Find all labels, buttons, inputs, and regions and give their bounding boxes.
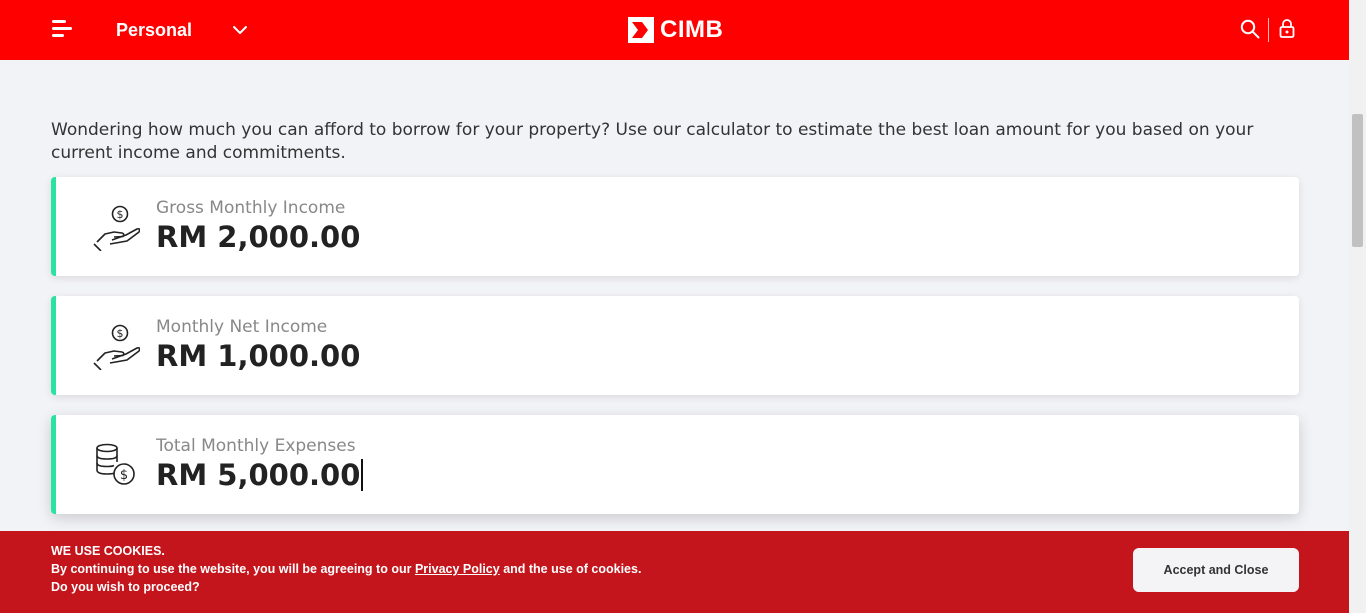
- calculator-intro-text: Wondering how much you can afford to bor…: [51, 120, 1254, 163]
- segment-dropdown-label[interactable]: Personal: [116, 19, 192, 41]
- cookie-title: WE USE COOKIES.: [51, 544, 165, 558]
- top-navigation-bar: Personal CIMB: [0, 0, 1349, 60]
- gross-monthly-income-input[interactable]: RM 2,000.00: [156, 220, 360, 254]
- cookie-message: By continuing to use the website, you wi…: [51, 562, 641, 576]
- field-label: Monthly Net Income: [156, 317, 328, 337]
- svg-text:$: $: [120, 468, 128, 483]
- gross-monthly-income-field[interactable]: $ Gross Monthly Income RM 2,000.00: [51, 177, 1299, 276]
- chevron-down-icon[interactable]: [232, 24, 248, 36]
- privacy-policy-link[interactable]: Privacy Policy: [415, 562, 500, 576]
- monthly-net-income-input[interactable]: RM 1,000.00: [156, 339, 360, 373]
- cookie-question: Do you wish to proceed?: [51, 580, 200, 594]
- total-monthly-expenses-input[interactable]: RM 5,000.00: [156, 458, 363, 492]
- scrollbar-thumb[interactable]: [1352, 114, 1363, 247]
- hand-coin-icon: $: [93, 324, 140, 370]
- total-monthly-expenses-field[interactable]: $ Total Monthly Expenses RM 5,000.00: [51, 415, 1299, 514]
- field-value-text: RM 5,000.00: [156, 458, 361, 492]
- field-label: Gross Monthly Income: [156, 198, 346, 218]
- cimb-logo-mark-icon: [628, 17, 654, 43]
- lock-icon[interactable]: [1279, 18, 1295, 38]
- header-divider: [1268, 18, 1269, 42]
- hand-coin-icon: $: [93, 205, 140, 251]
- text-caret: [361, 459, 363, 491]
- brand-name: CIMB: [660, 16, 724, 43]
- svg-text:$: $: [117, 327, 124, 340]
- coin-stack-icon: $: [96, 443, 135, 485]
- monthly-net-income-field[interactable]: $ Monthly Net Income RM 1,000.00: [51, 296, 1299, 395]
- hamburger-menu-icon[interactable]: [52, 18, 74, 40]
- cookie-text-before: By continuing to use the website, you wi…: [51, 562, 415, 576]
- cimb-logo[interactable]: CIMB: [628, 16, 724, 43]
- field-label: Total Monthly Expenses: [156, 436, 356, 456]
- page-scrollbar[interactable]: [1349, 0, 1366, 613]
- cookie-consent-banner: WE USE COOKIES. By continuing to use the…: [0, 531, 1349, 613]
- accept-and-close-button[interactable]: Accept and Close: [1133, 548, 1299, 592]
- cookie-text-after: and the use of cookies.: [499, 562, 642, 576]
- svg-text:$: $: [117, 208, 124, 221]
- search-icon[interactable]: [1240, 19, 1260, 39]
